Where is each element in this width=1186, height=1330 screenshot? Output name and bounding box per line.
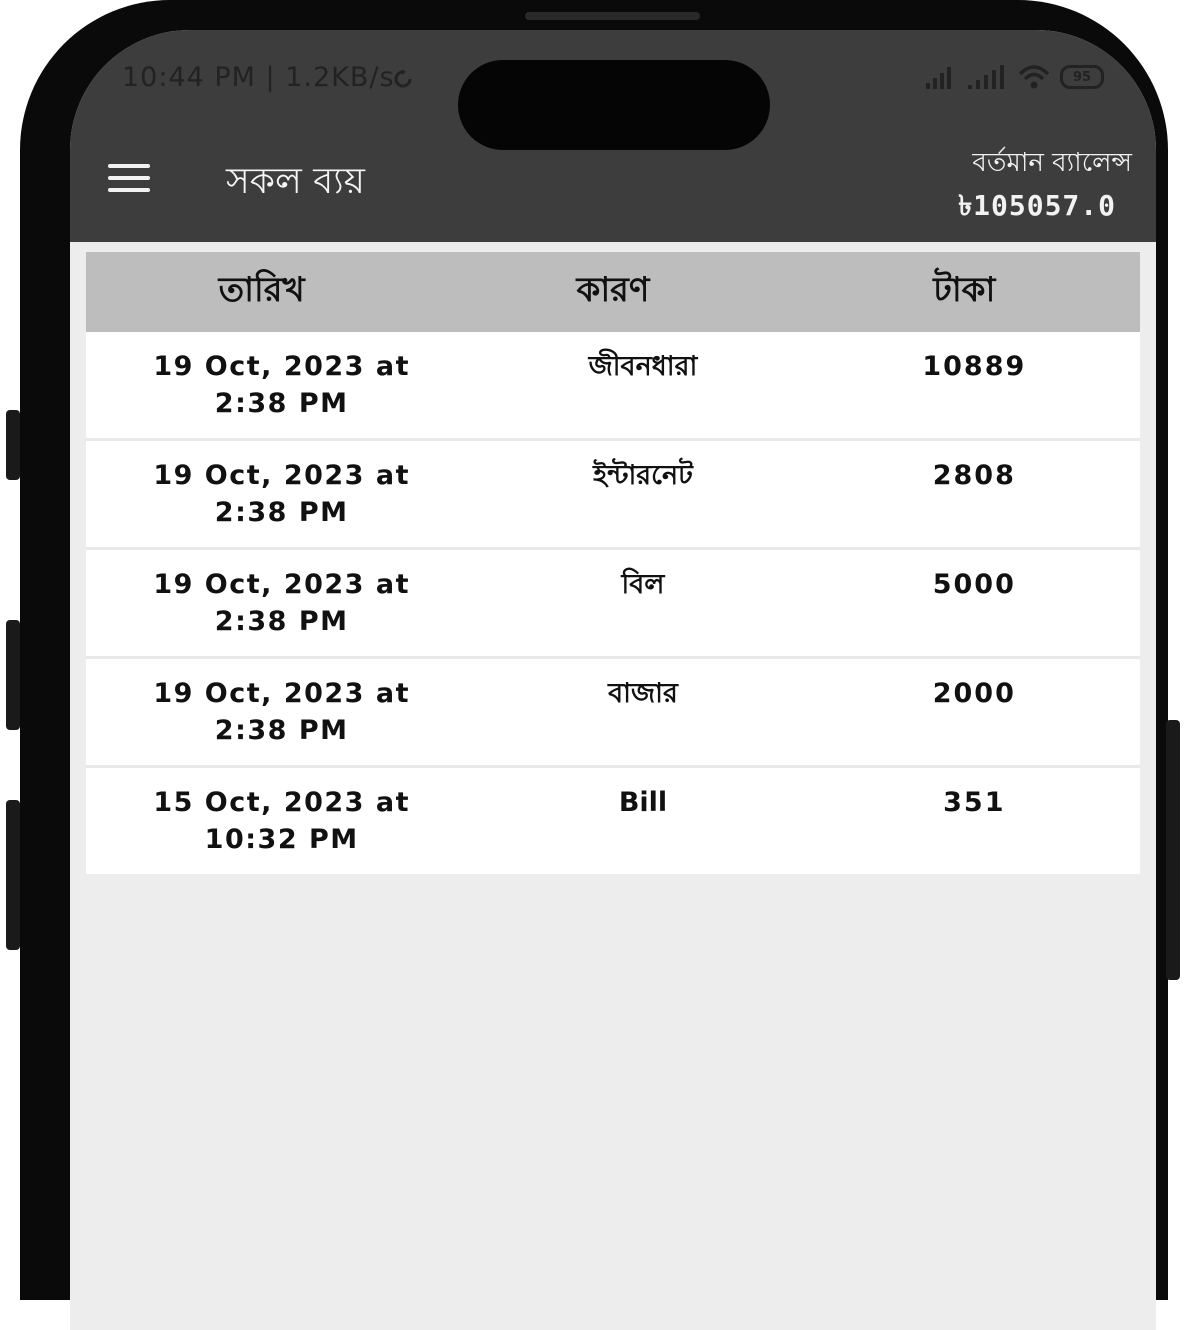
row-reason: Bill xyxy=(618,787,668,818)
side-button xyxy=(6,800,20,950)
row-date: 15 Oct, 2023 at 10:32 PM xyxy=(153,787,410,855)
side-button xyxy=(6,410,20,480)
balance-value: ৳105057.0 xyxy=(958,189,1116,222)
battery-icon: 95 xyxy=(1060,65,1104,89)
row-reason: বাজার xyxy=(608,678,678,709)
row-amount: 10889 xyxy=(922,351,1027,382)
row-date: 19 Oct, 2023 at 2:38 PM xyxy=(153,569,410,637)
row-reason: ইন্টারনেট xyxy=(593,460,693,491)
page-title: সকল ব্যয় xyxy=(226,161,365,202)
row-reason: বিল xyxy=(621,569,665,600)
table-row[interactable]: 19 Oct, 2023 at 2:38 PM বিল 5000 xyxy=(86,550,1140,659)
app-screen: 10:44 PM | 1.2KB/s 95 সকল ব্যয় বর্তমান … xyxy=(70,30,1156,1330)
row-date: 19 Oct, 2023 at 2:38 PM xyxy=(153,678,410,746)
row-date: 19 Oct, 2023 at 2:38 PM xyxy=(153,351,410,419)
table-row[interactable]: 19 Oct, 2023 at 2:38 PM জীবনধারা 10889 xyxy=(86,332,1140,441)
side-button xyxy=(6,620,20,730)
app-bar: 10:44 PM | 1.2KB/s 95 সকল ব্যয় বর্তমান … xyxy=(70,30,1156,242)
expense-table: তারিখ কারণ টাকা 19 Oct, 2023 at 2:38 PM … xyxy=(86,252,1140,874)
balance-label: বর্তমান ব্যালেন্স xyxy=(972,148,1132,178)
wifi-icon xyxy=(1018,65,1050,89)
battery-level: 95 xyxy=(1072,69,1092,85)
table-row[interactable]: 15 Oct, 2023 at 10:32 PM Bill 351 xyxy=(86,768,1140,874)
row-reason: জীবনধারা xyxy=(588,351,698,382)
status-time: 10:44 PM | 1.2KB/s xyxy=(122,62,395,93)
sync-icon xyxy=(394,69,412,88)
row-amount: 2808 xyxy=(932,460,1016,491)
status-icons: 95 xyxy=(926,64,1104,90)
row-amount: 351 xyxy=(943,787,1006,818)
camera-island xyxy=(458,60,770,150)
table-header: তারিখ কারণ টাকা xyxy=(86,252,1140,332)
table-row[interactable]: 19 Oct, 2023 at 2:38 PM ইন্টারনেট 2808 xyxy=(86,441,1140,550)
column-header-reason: কারণ xyxy=(576,269,650,310)
signal-icon xyxy=(968,65,1004,89)
signal-icon xyxy=(926,67,951,89)
menu-icon[interactable] xyxy=(108,164,150,196)
row-amount: 5000 xyxy=(932,569,1016,600)
row-date: 19 Oct, 2023 at 2:38 PM xyxy=(153,460,410,528)
table-row[interactable]: 19 Oct, 2023 at 2:38 PM বাজার 2000 xyxy=(86,659,1140,768)
column-header-date: তারিখ xyxy=(218,269,305,310)
side-button xyxy=(1166,720,1180,980)
row-amount: 2000 xyxy=(932,678,1016,709)
column-header-amount: টাকা xyxy=(933,269,996,310)
phone-screen-holder: 10:44 PM | 1.2KB/s 95 সকল ব্যয় বর্তমান … xyxy=(20,0,1168,1330)
